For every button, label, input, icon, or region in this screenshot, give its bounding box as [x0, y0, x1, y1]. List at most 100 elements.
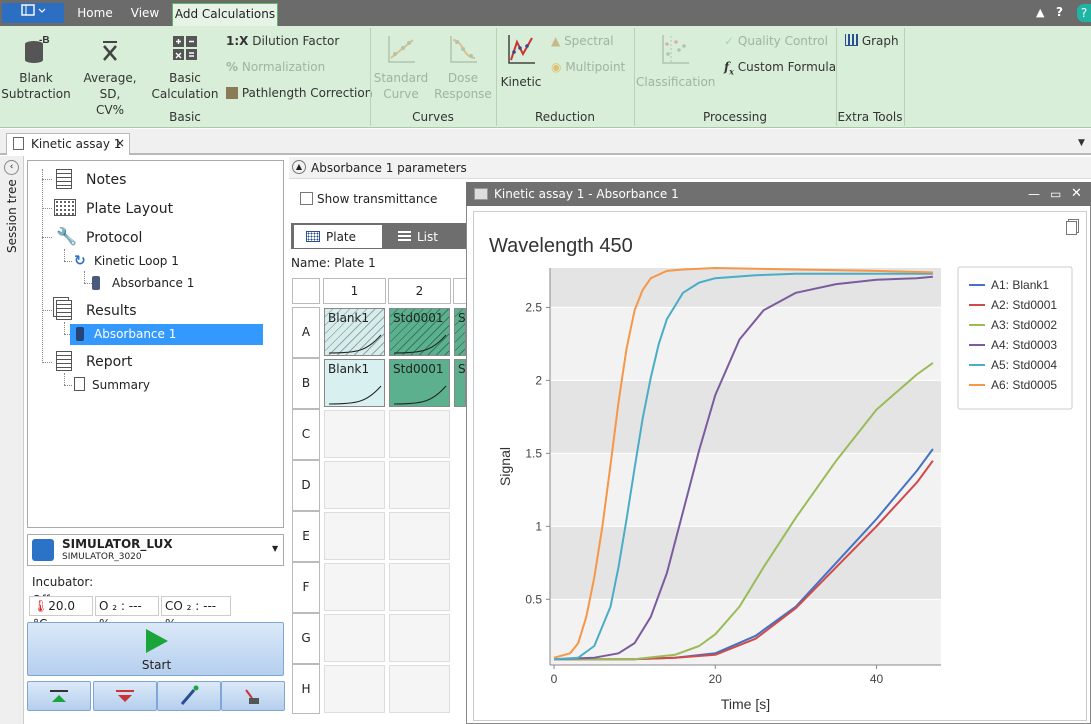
- legend-label: A3: Std0002: [991, 318, 1057, 332]
- well-H1[interactable]: [324, 665, 385, 713]
- row-header: D: [292, 460, 320, 511]
- plate-in-button[interactable]: [27, 681, 91, 711]
- row-header: G: [292, 613, 320, 664]
- well-A2[interactable]: Std0001: [389, 308, 450, 356]
- standard-curve-button[interactable]: Standard Curve: [372, 32, 430, 102]
- well-B2[interactable]: Std0001: [389, 359, 450, 407]
- y-tick-label: 2: [535, 373, 542, 387]
- dose-response-button[interactable]: Dose Response: [434, 32, 492, 102]
- show-transmittance-checkbox[interactable]: [300, 192, 313, 205]
- blank-subtraction-button[interactable]: -B Blank Subtraction: [0, 32, 72, 102]
- quality-control-button[interactable]: ✓ Quality Control: [724, 33, 828, 49]
- co2-status: CO ₂ : --- %: [161, 596, 231, 631]
- quality-control-label: Quality Control: [737, 34, 828, 48]
- normalization-label: Normalization: [241, 60, 326, 74]
- tree-item-label: Protocol: [86, 230, 143, 246]
- multipoint-button[interactable]: ◉ Multipoint: [551, 59, 625, 75]
- legend-label: A2: Std0001: [991, 298, 1057, 312]
- basic-calculation-button[interactable]: Basic Calculation: [150, 32, 220, 102]
- maximize-icon[interactable]: ▭: [1050, 182, 1061, 206]
- plate-out-button[interactable]: [93, 681, 157, 711]
- tab-list-dropdown-icon[interactable]: ▼: [1078, 138, 1085, 148]
- well-curve: [393, 334, 447, 354]
- ribbon-collapse-icon[interactable]: ▲: [1036, 6, 1044, 19]
- parameters-header[interactable]: ▲ Absorbance 1 parameters: [289, 157, 1091, 179]
- well-F1[interactable]: [324, 563, 385, 611]
- well-C1[interactable]: [324, 410, 385, 458]
- well-G1[interactable]: [324, 614, 385, 662]
- tree-connector: [84, 283, 92, 284]
- document-tab-strip: [0, 129, 1091, 155]
- tab-add-calculations[interactable]: Add Calculations: [172, 3, 278, 26]
- pipette-button[interactable]: [157, 681, 221, 711]
- well-G2[interactable]: [389, 614, 450, 662]
- group-label-processing: Processing: [702, 110, 768, 124]
- group-separator: [904, 28, 905, 126]
- x-tick-label: 40: [870, 672, 884, 686]
- tab-view[interactable]: View: [124, 3, 166, 26]
- group-label-basic: Basic: [169, 110, 201, 124]
- well-curve: [328, 385, 382, 405]
- minimize-icon[interactable]: —: [1028, 182, 1040, 206]
- start-button[interactable]: Start: [27, 622, 284, 676]
- dilution-factor-button[interactable]: 1:X Dilution Factor: [226, 33, 339, 49]
- graph-window-titlebar[interactable]: Kinetic assay 1 - Absorbance 1 — ▭ ✕: [466, 182, 1091, 206]
- row-header: B: [292, 358, 320, 409]
- well-curve: [328, 334, 382, 354]
- tree-item-absorbance-result[interactable]: Absorbance 1: [70, 324, 263, 345]
- x-tick-label: 20: [709, 672, 723, 686]
- tab-plate-view[interactable]: Plate: [294, 225, 382, 248]
- spectral-button[interactable]: ▲ Spectral: [551, 33, 614, 49]
- tab-home[interactable]: Home: [72, 3, 118, 26]
- loop-icon: ↻: [74, 253, 86, 269]
- pathlength-correction-button[interactable]: Pathlength Correction: [226, 85, 372, 101]
- play-icon: [146, 629, 168, 653]
- percent-icon: %: [226, 60, 239, 74]
- mean-x-bar-icon: [103, 41, 117, 61]
- column-header: 1: [323, 278, 386, 304]
- well-B3[interactable]: St: [454, 359, 466, 407]
- custom-formula-button[interactable]: fx Custom Formula: [724, 59, 836, 79]
- tree-connector: [64, 249, 65, 261]
- graph-button[interactable]: Graph: [845, 33, 899, 49]
- row-header: E: [292, 511, 320, 562]
- stop-button[interactable]: [221, 681, 285, 711]
- close-tab-icon[interactable]: ×: [115, 136, 125, 150]
- kinetic-button[interactable]: Kinetic: [498, 32, 544, 90]
- standard-curve-icon: [388, 36, 415, 63]
- list-icon: [398, 231, 411, 242]
- average-sd-cv-button[interactable]: Average, SD, CV%: [74, 32, 146, 118]
- well-A1[interactable]: Blank1: [324, 308, 385, 356]
- well-H2[interactable]: [389, 665, 450, 713]
- blank-subtraction-label-2: Subtraction: [1, 87, 71, 101]
- well-A3[interactable]: St: [454, 308, 466, 356]
- classification-button[interactable]: Classification: [636, 32, 715, 90]
- well-F2[interactable]: [389, 563, 450, 611]
- standard-curve-label-2: Curve: [383, 87, 419, 101]
- well-D1[interactable]: [324, 461, 385, 509]
- session-tree-label[interactable]: Session tree: [5, 173, 19, 253]
- chart-legend: A1: Blank1 A2: Std0001 A3: Std0002 A4: Std0…: [957, 266, 1073, 410]
- application-menu-button[interactable]: [2, 3, 64, 23]
- tab-list-view[interactable]: List: [392, 225, 452, 248]
- well-E1[interactable]: [324, 512, 385, 560]
- well-E2[interactable]: [389, 512, 450, 560]
- dose-response-icon: [450, 36, 477, 63]
- well-C2[interactable]: [389, 410, 450, 458]
- column-header: 2: [388, 278, 451, 304]
- well-D2[interactable]: [389, 461, 450, 509]
- device-selector[interactable]: SIMULATOR_LUX SIMULATOR_3020 ▼: [27, 534, 284, 566]
- x-tick-label: 0: [551, 672, 558, 686]
- document-tab-kinetic-assay[interactable]: Kinetic assay 1 ×: [6, 133, 130, 155]
- legend-label: A5: Std0004: [991, 358, 1057, 372]
- custom-formula-label: Custom Formula: [737, 60, 837, 74]
- well-B1[interactable]: Blank1: [324, 359, 385, 407]
- row-header: C: [292, 409, 320, 460]
- help-button[interactable]: ?: [1077, 4, 1091, 22]
- window-graph-icon: [474, 188, 488, 200]
- close-window-icon[interactable]: ✕: [1071, 182, 1082, 206]
- multipoint-icon: ◉: [551, 60, 562, 74]
- grid-band: [550, 380, 941, 454]
- tree-item-label: Notes: [86, 172, 127, 188]
- normalization-button[interactable]: % Normalization: [226, 59, 325, 75]
